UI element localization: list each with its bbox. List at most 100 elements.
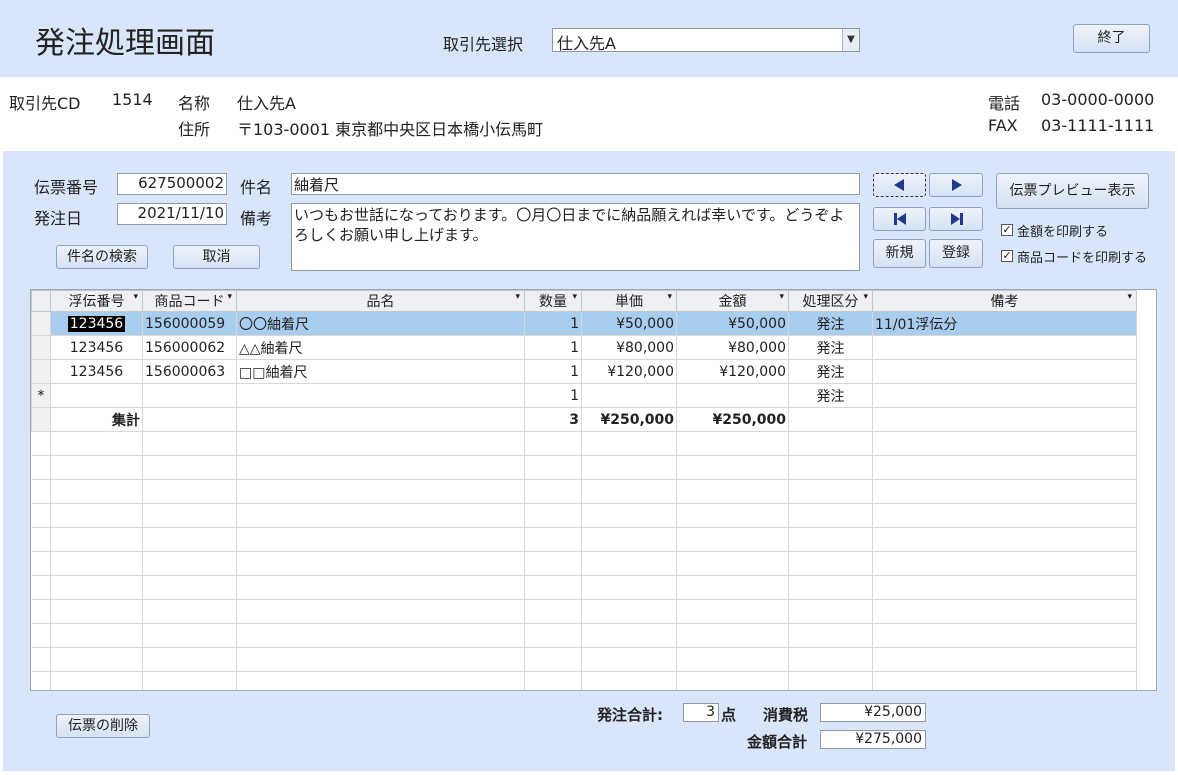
supplier-name: 仕入先A [237, 94, 296, 113]
cell-price[interactable] [581, 383, 677, 408]
print-code-checkbox[interactable]: ✓ [1001, 250, 1013, 262]
empty-row [31, 623, 1137, 648]
amount-total-value: ¥275,000 [820, 730, 926, 749]
cell-note[interactable]: 11/01浮伝分 [872, 311, 1137, 336]
row-selector[interactable] [31, 311, 51, 336]
arrow-left-icon [894, 179, 904, 191]
tax-label: 消費税 [763, 706, 809, 724]
cell-qty[interactable]: 1 [524, 335, 582, 360]
column-header-qty[interactable]: 数量 ▾ [524, 290, 582, 312]
print-amount-label: 金額を印刷する [1017, 225, 1109, 240]
total-price: ¥250,000 [581, 407, 677, 432]
next-record-button[interactable] [929, 173, 983, 197]
table-row[interactable]: 123456 156000063 □□紬着尺 1 ¥120,000 ¥120,0… [31, 359, 1137, 384]
column-header-price[interactable]: 単価 ▾ [581, 290, 677, 312]
grid-corner[interactable] [31, 290, 51, 312]
cell-amount[interactable]: ¥80,000 [676, 335, 789, 360]
cell-code[interactable] [142, 383, 237, 408]
new-record-row[interactable]: * 1 発注 [31, 383, 1137, 408]
cell-slip[interactable]: 123456 [67, 315, 126, 332]
cell-amount[interactable]: ¥50,000 [676, 311, 789, 336]
supplier-name-label: 名称 [178, 94, 211, 113]
total-amount: ¥250,000 [676, 407, 789, 432]
cell-price[interactable]: ¥120,000 [581, 359, 677, 384]
cancel-button[interactable]: 取消 [173, 245, 260, 269]
grid-header-row: 浮伝番号 ▾ 商品コード ▾ 品名 ▾ 数量 ▾ 単価 ▾ 金額 ▾ 処理区分 ▾ 備考 ▾ [31, 290, 1137, 312]
cell-code[interactable]: 156000063 [142, 359, 237, 384]
supplier-address: 〒103-0001 東京都中央区日本橋小伝馬町 [237, 120, 544, 139]
subject-label: 件名 [240, 178, 273, 197]
order-lines-grid[interactable]: 浮伝番号 ▾ 商品コード ▾ 品名 ▾ 数量 ▾ 単価 ▾ 金額 ▾ 処理区分 ▾ 備考 ▾ 1… [30, 289, 1157, 691]
supplier-select-value: 仕入先A [557, 34, 616, 53]
chevron-down-icon[interactable]: ▼ [842, 29, 859, 51]
fax-label: FAX [988, 116, 1018, 135]
fax-value: 03-1111-1111 [1041, 116, 1155, 135]
row-selector[interactable] [31, 335, 51, 360]
amount-total-label: 金額合計 [747, 733, 808, 751]
first-record-button[interactable] [873, 207, 926, 231]
cell-note[interactable] [872, 383, 1137, 408]
total-qty: 3 [524, 407, 582, 432]
cell-amount[interactable]: ¥120,000 [676, 359, 789, 384]
cell-type[interactable]: 発注 [788, 359, 873, 384]
subject-field[interactable]: 紬着尺 [291, 173, 860, 195]
column-header-name[interactable]: 品名 ▾ [236, 290, 525, 312]
cell-qty[interactable]: 1 [524, 383, 582, 408]
last-record-button[interactable] [929, 207, 983, 231]
new-row-marker[interactable]: * [31, 383, 51, 408]
prev-record-button[interactable] [873, 173, 926, 197]
remarks-field[interactable]: いつもお世話になっております。〇月〇日までに納品願えれば幸いです。どうぞよろしく… [291, 203, 860, 271]
cell-slip[interactable] [50, 383, 143, 408]
new-button[interactable]: 新規 [873, 239, 926, 268]
table-row[interactable]: 123456 156000062 △△紬着尺 1 ¥80,000 ¥80,000… [31, 335, 1137, 360]
empty-row [31, 599, 1137, 624]
table-row[interactable]: 123456 156000059 〇〇紬着尺 1 ¥50,000 ¥50,000… [31, 311, 1137, 336]
cell-slip[interactable]: 123456 [50, 335, 143, 360]
delete-slip-button[interactable]: 伝票の削除 [56, 714, 150, 738]
supplier-select[interactable]: 仕入先A ▼ [552, 28, 860, 53]
cell-type[interactable]: 発注 [788, 335, 873, 360]
search-subject-button[interactable]: 件名の検索 [56, 245, 148, 269]
column-header-note[interactable]: 備考 ▾ [872, 290, 1137, 312]
preview-button[interactable]: 伝票プレビュー表示 [996, 173, 1149, 209]
register-button[interactable]: 登録 [929, 239, 983, 268]
first-record-icon [894, 213, 906, 225]
cell-code[interactable]: 156000062 [142, 335, 237, 360]
last-record-icon [951, 213, 963, 225]
cell-qty[interactable]: 1 [524, 359, 582, 384]
cell-price[interactable]: ¥80,000 [581, 335, 677, 360]
cell-type[interactable]: 発注 [788, 383, 873, 408]
cell-slip[interactable]: 123456 [50, 359, 143, 384]
cell-note[interactable] [872, 359, 1137, 384]
cell-name[interactable]: 〇〇紬着尺 [236, 311, 525, 336]
empty-row [31, 575, 1137, 600]
column-header-type[interactable]: 処理区分 ▾ [788, 290, 873, 312]
supplier-code: 1514 [112, 90, 153, 109]
empty-row [31, 455, 1137, 480]
cell-type[interactable]: 発注 [788, 311, 873, 336]
row-selector[interactable] [31, 359, 51, 384]
exit-button[interactable]: 終了 [1073, 24, 1150, 53]
cell-price[interactable]: ¥50,000 [581, 311, 677, 336]
slip-no-field[interactable]: 627500002 [117, 173, 227, 195]
column-header-code[interactable]: 商品コード ▾ [142, 290, 237, 312]
empty-row [31, 503, 1137, 528]
cell-amount[interactable] [676, 383, 789, 408]
print-amount-checkbox[interactable]: ✓ [1001, 224, 1013, 236]
supplier-select-label: 取引先選択 [443, 35, 524, 54]
column-header-slip[interactable]: 浮伝番号 ▾ [50, 290, 143, 312]
tax-value: ¥25,000 [820, 703, 926, 722]
cell-name[interactable]: □□紬着尺 [236, 359, 525, 384]
column-header-amount[interactable]: 金額 ▾ [676, 290, 789, 312]
cell-note[interactable] [872, 335, 1137, 360]
cell-name[interactable]: △△紬着尺 [236, 335, 525, 360]
cell-code[interactable]: 156000059 [142, 311, 237, 336]
cell-name[interactable] [236, 383, 525, 408]
order-date-field[interactable]: 2021/11/10 [117, 203, 227, 225]
empty-row [31, 551, 1137, 576]
arrow-right-icon [952, 179, 962, 191]
slip-no-label: 伝票番号 [34, 178, 99, 197]
cell-qty[interactable]: 1 [524, 311, 582, 336]
empty-row [31, 431, 1137, 456]
order-total-count: 3 [683, 703, 719, 722]
